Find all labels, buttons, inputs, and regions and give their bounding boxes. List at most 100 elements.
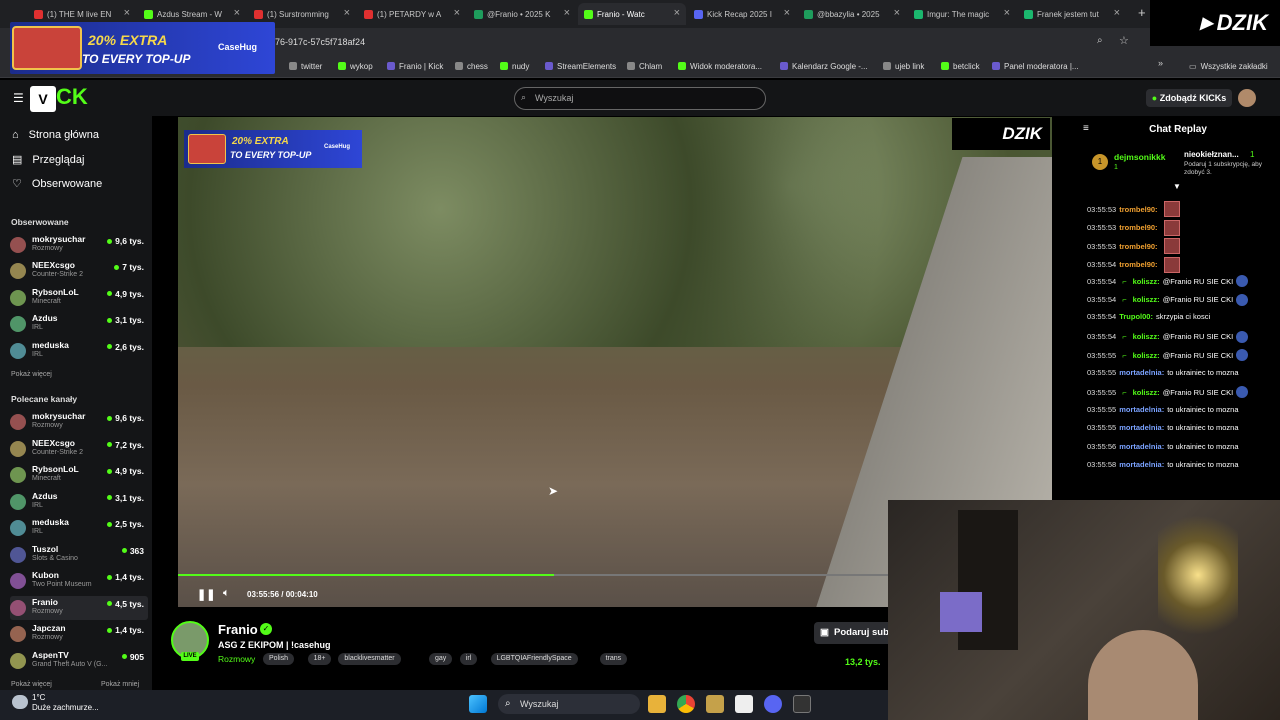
- bookmark-item[interactable]: StreamElements: [545, 58, 616, 74]
- channel-item[interactable]: meduska IRL 2,6 tys.: [10, 339, 148, 363]
- chat-username[interactable]: trombel90:: [1119, 260, 1157, 269]
- channel-item[interactable]: Franio Rozmowy 4,5 tys.: [10, 595, 148, 620]
- streamer-name[interactable]: Franio: [218, 622, 258, 637]
- url-field[interactable]: 76-917c-57c5f718af24: [275, 33, 1115, 51]
- stream-category[interactable]: Rozmowy: [218, 654, 255, 664]
- bookmark-item[interactable]: Kalendarz Google -...: [780, 58, 868, 74]
- chat-username[interactable]: trombel90:: [1119, 223, 1157, 232]
- tab-close-icon[interactable]: ×: [784, 7, 790, 19]
- channel-item[interactable]: AspenTV Grand Theft Auto V (G... 905: [10, 649, 148, 673]
- tab-close-icon[interactable]: ×: [234, 7, 240, 19]
- windows-start-icon[interactable]: [469, 695, 487, 713]
- bookmark-item[interactable]: Widok moderatora...: [678, 58, 762, 74]
- tab-close-icon[interactable]: ×: [124, 7, 130, 19]
- browser-tab[interactable]: @Franio • 2025 K ×: [468, 3, 576, 25]
- bookmark-item[interactable]: Panel moderatora |...: [992, 58, 1079, 74]
- channel-item[interactable]: Azdus IRL 3,1 tys.: [10, 490, 148, 514]
- app-icon[interactable]: [706, 695, 724, 713]
- chat-username[interactable]: mortadelnia:: [1119, 405, 1164, 414]
- bookmark-item[interactable]: ujeb link: [883, 58, 924, 74]
- bookmark-item[interactable]: Franio | Kick: [387, 58, 443, 74]
- sidebar-nav-item[interactable]: ⌂ Strona główna: [12, 129, 99, 141]
- channel-item[interactable]: mokrysuchar Rozmowy 9,6 tys.: [10, 233, 148, 257]
- bookmark-item[interactable]: nudy: [500, 58, 529, 74]
- bookmark-item[interactable]: chess: [455, 58, 488, 74]
- new-tab-button[interactable]: +: [1138, 5, 1146, 20]
- chat-username[interactable]: Trupol00:: [1119, 312, 1153, 321]
- channel-item[interactable]: Kubon Two Point Museum 1,4 tys.: [10, 569, 148, 593]
- stream-tag[interactable]: irl: [459, 653, 478, 665]
- channel-item[interactable]: Azdus IRL 3,1 tys.: [10, 312, 148, 336]
- chat-username[interactable]: mortadelnia:: [1119, 423, 1164, 432]
- followed-show-more[interactable]: Pokaż więcej: [11, 371, 52, 378]
- browser-tab[interactable]: Franek jestem tut ×: [1018, 3, 1126, 25]
- bookmark-item[interactable]: betclick: [941, 58, 980, 74]
- bookmarks-overflow-icon[interactable]: »: [1158, 58, 1163, 68]
- chat-username[interactable]: mortadelnia:: [1119, 442, 1164, 451]
- gift-sub-button[interactable]: ▣ Podaruj sub: [814, 622, 894, 644]
- chrome-icon[interactable]: [677, 695, 695, 713]
- channel-item[interactable]: RybsonLoL Minecraft 4,9 tys.: [10, 286, 148, 310]
- stream-tag[interactable]: blacklivesmatter: [338, 653, 401, 665]
- chat-username[interactable]: koliszz:: [1133, 295, 1160, 304]
- snipping-tool-icon[interactable]: [735, 695, 753, 713]
- stream-tag[interactable]: Polish: [263, 653, 295, 665]
- stream-tag[interactable]: gay: [429, 653, 453, 665]
- channel-item[interactable]: NEEXcsgo Counter-Strike 2 7 tys.: [10, 259, 148, 283]
- pinned-user-2[interactable]: nieokiełznan...: [1184, 150, 1239, 159]
- tab-close-icon[interactable]: ×: [1114, 7, 1120, 19]
- pinned-user-1[interactable]: dejmsonikkk: [1114, 152, 1166, 162]
- browser-tab[interactable]: Kick Recap 2025 I ×: [688, 3, 796, 25]
- chat-username[interactable]: koliszz:: [1133, 332, 1160, 341]
- search-input[interactable]: Wyszukaj: [514, 87, 766, 110]
- channel-item[interactable]: NEEXcsgo Counter-Strike 2 7,2 tys.: [10, 437, 148, 461]
- file-explorer-icon[interactable]: [648, 695, 666, 713]
- tab-close-icon[interactable]: ×: [674, 7, 680, 19]
- discord-icon[interactable]: [764, 695, 782, 713]
- sidebar-nav-item[interactable]: ▤ Przeglądaj: [12, 153, 84, 167]
- recommended-show-more[interactable]: Pokaż więcej: [11, 681, 52, 688]
- taskbar-search[interactable]: Wyszukaj: [498, 694, 640, 714]
- sidebar-nav-item[interactable]: ♡ Obserwowane: [12, 177, 102, 191]
- chat-username[interactable]: trombel90:: [1119, 205, 1157, 214]
- volume-icon[interactable]: 🔈︎: [223, 587, 230, 600]
- recommended-show-less[interactable]: Pokaż mniej: [101, 681, 139, 688]
- tab-close-icon[interactable]: ×: [344, 7, 350, 19]
- pinned-collapse-icon[interactable]: ▼: [1173, 182, 1181, 191]
- channel-item[interactable]: mokrysuchar Rozmowy 9,6 tys.: [10, 410, 148, 434]
- chat-username[interactable]: koliszz:: [1133, 277, 1160, 286]
- chat-username[interactable]: mortadelnia:: [1119, 368, 1164, 377]
- pause-icon[interactable]: ❚❚: [197, 588, 215, 601]
- tab-close-icon[interactable]: ×: [564, 7, 570, 19]
- tab-close-icon[interactable]: ×: [454, 7, 460, 19]
- stream-tag[interactable]: trans: [599, 653, 628, 665]
- tab-close-icon[interactable]: ×: [894, 7, 900, 19]
- stream-tag[interactable]: LGBTQIAFriendlySpace: [490, 653, 578, 665]
- chat-username[interactable]: koliszz:: [1133, 388, 1160, 397]
- tab-close-icon[interactable]: ×: [1004, 7, 1010, 19]
- hamburger-menu-icon[interactable]: ☰: [13, 91, 24, 105]
- chat-username[interactable]: koliszz:: [1133, 351, 1160, 360]
- chat-username[interactable]: trombel90:: [1119, 242, 1157, 251]
- stream-tag[interactable]: 18+: [307, 653, 332, 665]
- user-avatar[interactable]: [1238, 89, 1256, 107]
- chat-username[interactable]: mortadelnia:: [1119, 460, 1164, 469]
- bookmark-item[interactable]: Chlam: [627, 58, 662, 74]
- channel-item[interactable]: Japczan Rozmowy 1,4 tys.: [10, 622, 148, 646]
- weather-widget[interactable]: 1°C Duże zachmurze...: [32, 693, 99, 713]
- browser-tab[interactable]: Imgur: The magic ×: [908, 3, 1016, 25]
- get-kicks-button[interactable]: ● Zdobądź KICKs: [1146, 89, 1232, 107]
- zoom-icon[interactable]: ⌕: [1097, 35, 1103, 46]
- bookmark-item[interactable]: wykop: [338, 58, 373, 74]
- all-bookmarks[interactable]: ▭ Wszystkie zakładki: [1189, 58, 1268, 74]
- kick-logo[interactable]: V CK: [30, 84, 100, 112]
- browser-tab[interactable]: Franio - Watc ×: [578, 3, 686, 25]
- browser-tab[interactable]: @bbazylia • 2025 ×: [798, 3, 906, 25]
- bookmark-star-icon[interactable]: ☆: [1119, 34, 1129, 47]
- channel-item[interactable]: Tuszol Slots & Casino 363: [10, 543, 148, 567]
- browser-tab[interactable]: (1) PETARDY w A ×: [358, 3, 466, 25]
- channel-item[interactable]: RybsonLoL Minecraft 4,9 tys.: [10, 463, 148, 487]
- bookmark-item[interactable]: twitter: [289, 58, 322, 74]
- channel-item[interactable]: meduska IRL 2,5 tys.: [10, 516, 148, 540]
- terminal-icon[interactable]: [793, 695, 811, 713]
